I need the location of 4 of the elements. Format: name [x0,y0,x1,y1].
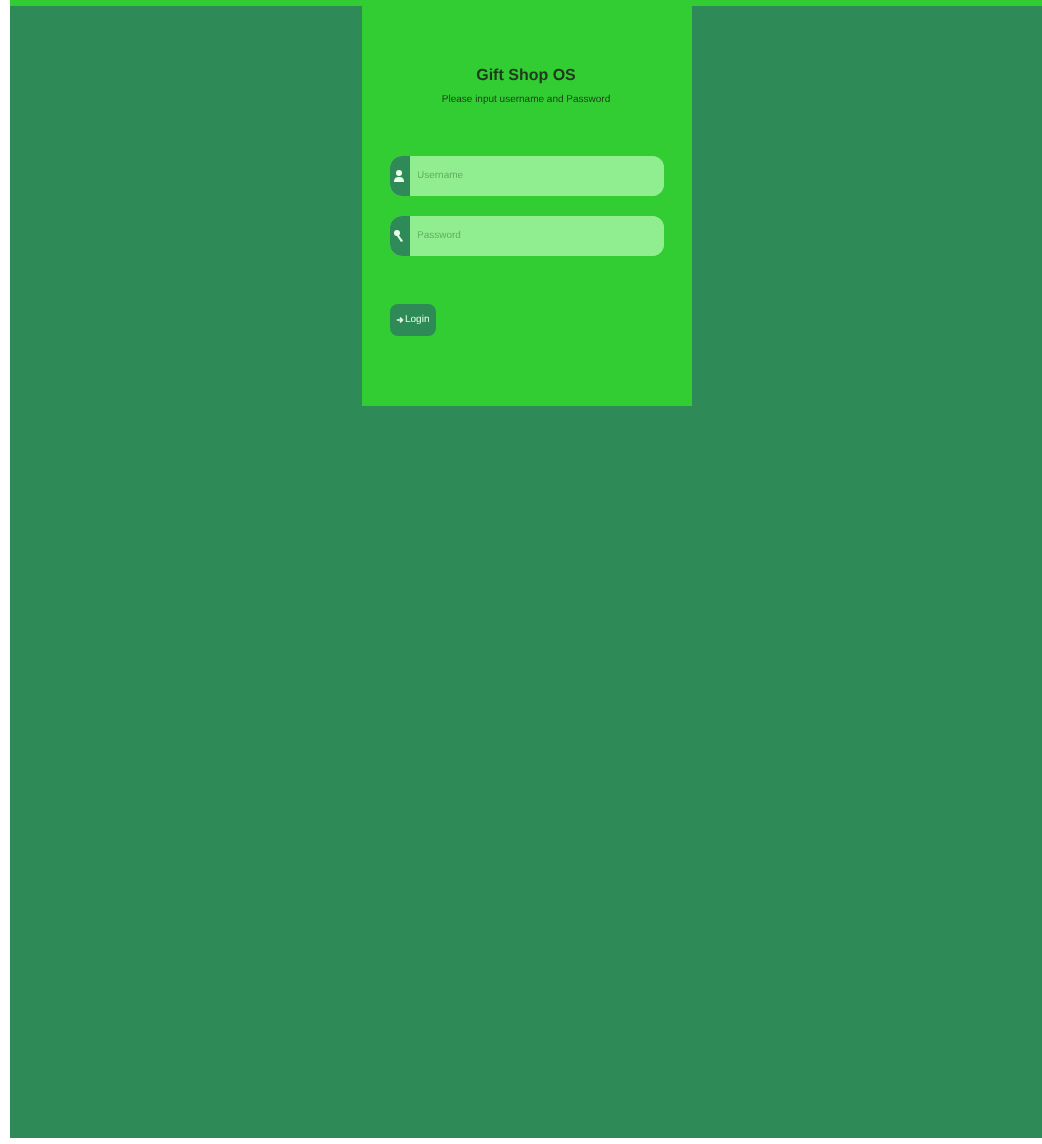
app-title: Gift Shop OS [476,66,576,84]
key-icon [394,230,404,242]
user-icon [394,170,404,182]
arrow-icon [395,316,403,324]
